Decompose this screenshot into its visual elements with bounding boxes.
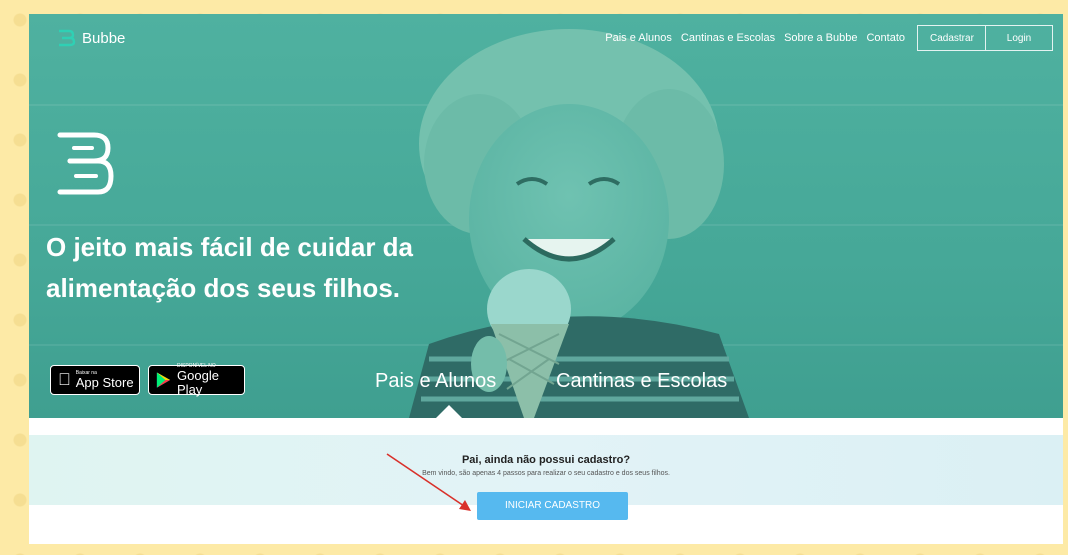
- brand-name: Bubbe: [82, 29, 126, 47]
- google-play-big-text: Google Play: [177, 368, 219, 397]
- browser-page: Bubbe Pais e Alunos Cantinas e Escolas S…: [29, 14, 1063, 544]
- annotation-arrow-icon: [386, 453, 471, 511]
- headline-line-2: alimentação dos seus filhos.: [46, 273, 400, 303]
- nav-link-sobre[interactable]: Sobre a Bubbe: [784, 32, 857, 44]
- top-nav: Pais e Alunos Cantinas e Escolas Sobre a…: [605, 25, 1053, 51]
- nav-link-cantinas-escolas[interactable]: Cantinas e Escolas: [681, 32, 775, 44]
- active-tab-indicator: [436, 405, 462, 418]
- signup-subtitle: Bem vindo, são apenas 4 passos para real…: [422, 470, 670, 477]
- nav-link-pais-alunos[interactable]: Pais e Alunos: [605, 32, 672, 44]
- brand-logo[interactable]: Bubbe: [56, 28, 125, 48]
- bubbe-logo-icon: [59, 29, 76, 47]
- register-button[interactable]: Cadastrar: [917, 25, 986, 51]
- apple-icon: : [58, 370, 71, 390]
- hero-section: Bubbe Pais e Alunos Cantinas e Escolas S…: [29, 14, 1063, 418]
- app-store-badge[interactable]:  Baixar na App Store: [50, 365, 140, 395]
- hero-photo-child-icecream: [409, 29, 749, 418]
- nav-link-contato[interactable]: Contato: [866, 32, 905, 44]
- bubbe-large-logo-icon: [57, 132, 114, 195]
- start-signup-button[interactable]: INICIAR CADASTRO: [477, 492, 628, 520]
- headline-line-1: O jeito mais fácil de cuidar da: [46, 232, 414, 262]
- tab-cantinas-escolas[interactable]: Cantinas e Escolas: [556, 370, 727, 393]
- signup-question: Pai, ainda não possui cadastro?: [461, 454, 631, 466]
- tab-pais-alunos[interactable]: Pais e Alunos: [375, 370, 496, 393]
- google-play-badge[interactable]: DISPONÍVEL NO Google Play: [148, 363, 245, 397]
- login-button[interactable]: Login: [986, 25, 1053, 51]
- google-play-icon: [156, 372, 171, 388]
- hero-headline: O jeito mais fácil de cuidar da alimenta…: [46, 227, 466, 309]
- app-store-big-text: App Store: [63, 375, 134, 390]
